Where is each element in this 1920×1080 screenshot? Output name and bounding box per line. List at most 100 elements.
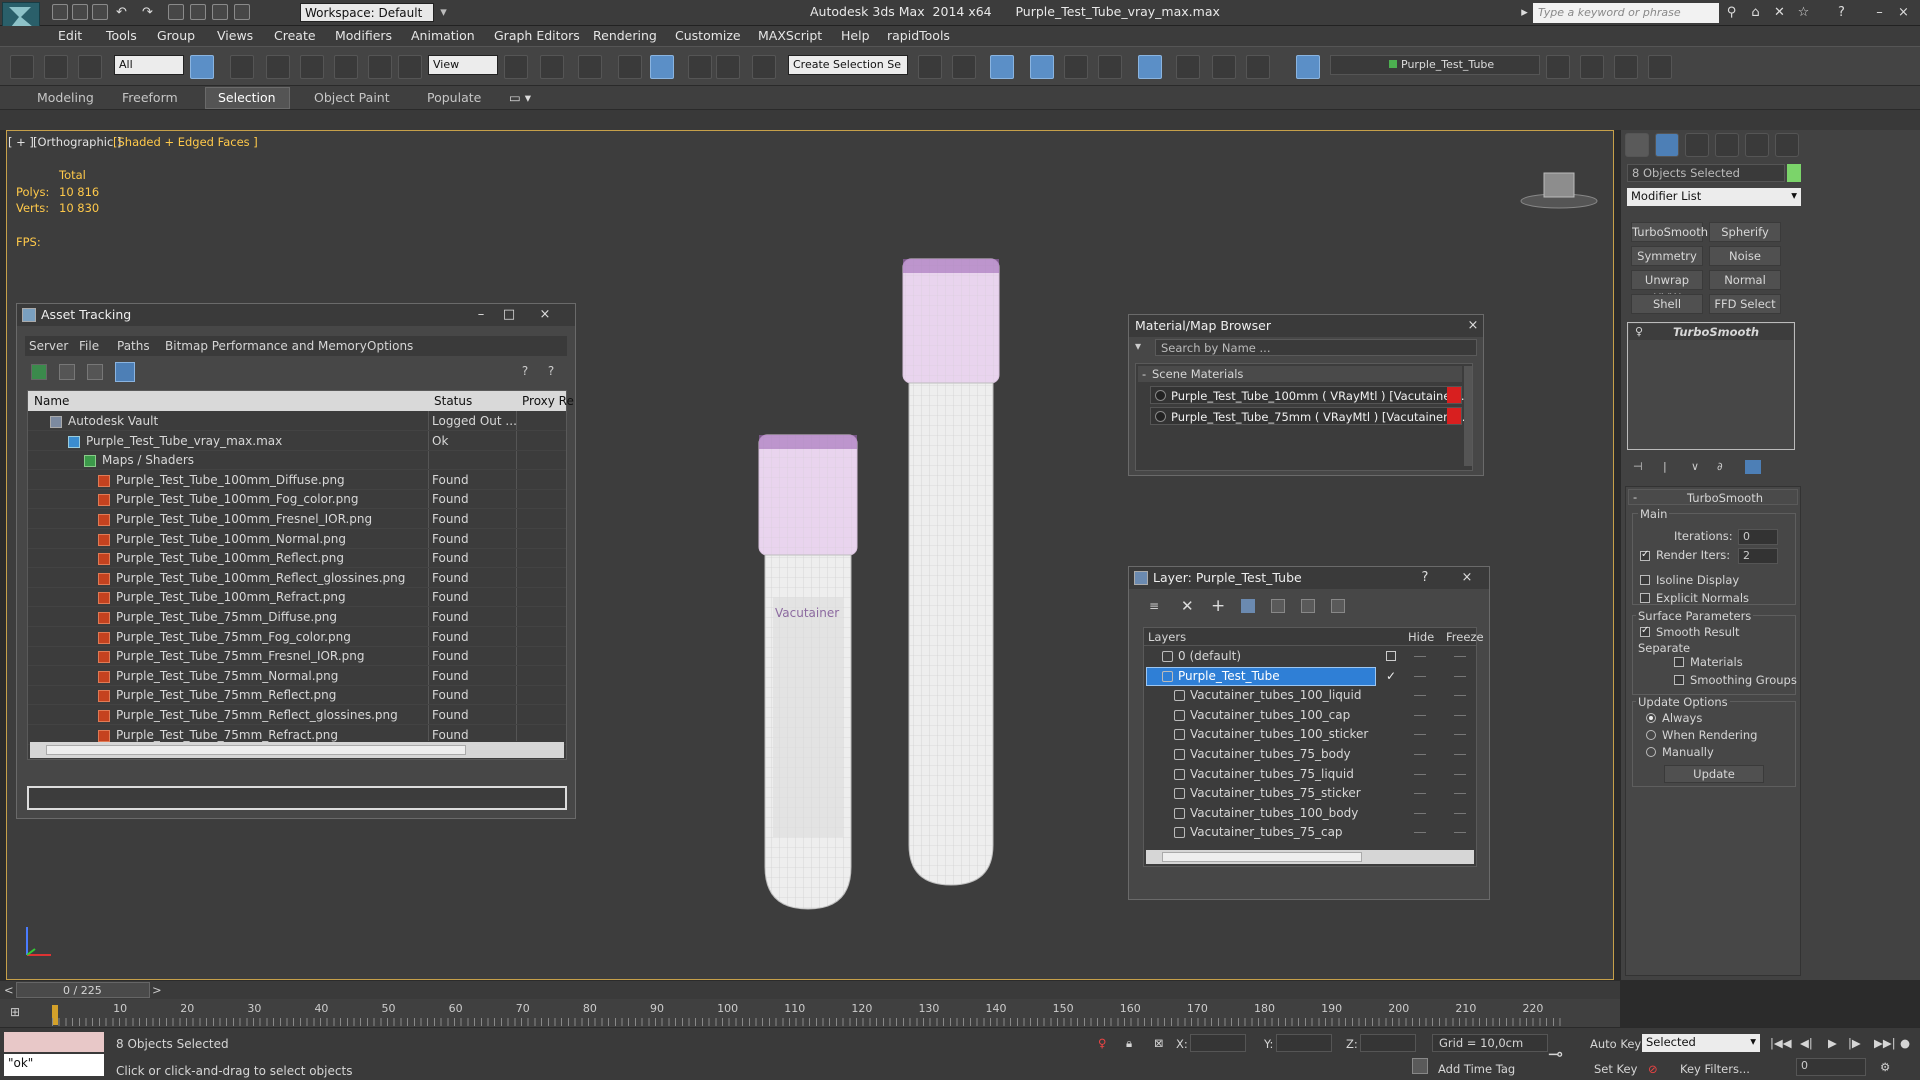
pivot-center-icon[interactable] [504,55,528,79]
layer-row[interactable]: Vacutainer_tubes_100_sticker [1144,725,1476,744]
browser-options-icon[interactable]: ▾ [1135,339,1151,355]
play-icon[interactable]: ▶ [1828,1036,1837,1050]
snaps-toggle-icon[interactable] [618,55,642,79]
layer-row[interactable]: Vacutainer_tubes_100_body [1144,804,1476,823]
asset-row[interactable]: Purple_Test_Tube_75mm_Fresnel_IOR.png Fou… [28,647,566,667]
menu-edit[interactable]: Edit [58,28,82,43]
layer-row[interactable]: Purple_Test_Tube ✓ [1144,666,1476,686]
keyword-search-input[interactable]: Type a keyword or phrase [1533,3,1719,23]
collapse-icon[interactable]: - [1142,367,1146,381]
materials-checkbox[interactable] [1674,657,1684,667]
close-icon[interactable]: × [1459,570,1475,586]
pin-stack-icon[interactable]: ⊣ [1633,460,1647,474]
asset-row[interactable]: Purple_Test_Tube_100mm_Fog_color.png Foun… [28,490,566,510]
time-config-icon[interactable]: ⚙ [1880,1060,1890,1074]
menu-customize[interactable]: Customize [675,28,741,43]
absolute-mode-icon[interactable]: ⊠ [1154,1036,1164,1050]
freeze-all-icon[interactable] [1331,599,1345,613]
asset-row[interactable]: Purple_Test_Tube_100mm_Reflect.png Found [28,549,566,569]
noise-button[interactable]: Noise [1709,246,1781,266]
column-name[interactable]: Name [34,394,69,408]
scrollbar-thumb[interactable] [1162,852,1362,862]
asset-row[interactable]: Purple_Test_Tube_100mm_Reflect_glossines… [28,569,566,588]
key-mode-dropdown[interactable]: Selected ▾ [1642,1034,1760,1052]
maximize-icon[interactable]: □ [501,307,517,323]
hierarchy-panel-icon[interactable] [1685,133,1709,157]
freeze-toggle[interactable] [1454,714,1466,716]
select-by-name-icon[interactable] [230,55,254,79]
update-button[interactable]: Update [1664,765,1764,783]
open-file-icon[interactable] [72,4,88,20]
hide-toggle[interactable] [1414,675,1426,677]
curve-editor-icon[interactable] [1064,55,1088,79]
hide-toggle[interactable] [1414,832,1426,834]
asset-row[interactable]: Maps / Shaders [28,451,566,471]
render-production-icon[interactable] [1246,55,1270,79]
menu-graph-editors[interactable]: Graph Editors [494,28,580,43]
time-tag-icon[interactable] [1412,1058,1428,1074]
save-file-icon[interactable] [92,4,108,20]
set-key-label[interactable]: Set Key [1594,1062,1637,1076]
auto-key-label[interactable]: Auto Key [1590,1037,1641,1051]
material-search-input[interactable]: Search by Name ... [1155,339,1477,356]
modifier-stack[interactable]: ♀ TurboSmooth [1627,322,1795,450]
angle-snap-icon[interactable] [650,55,674,79]
symmetry-button[interactable]: Symmetry [1631,246,1703,266]
current-layer-dropdown[interactable]: Purple_Test_Tube [1330,55,1540,75]
menu-rendering[interactable]: Rendering [593,28,657,43]
render-setup-icon[interactable] [1176,55,1200,79]
favorites-star-icon[interactable]: ☆ [1796,5,1811,20]
edit-named-selection-icon[interactable] [752,55,776,79]
light-bulb-icon[interactable]: ♀ [1635,325,1643,338]
smooth-result-checkbox[interactable] [1640,625,1650,637]
when-rendering-radio[interactable] [1646,730,1656,740]
smoothing-groups-checkbox[interactable] [1674,675,1684,685]
prev-frame-icon[interactable]: < [4,983,14,997]
hold-icon[interactable] [168,4,184,20]
asset-row[interactable]: Purple_Test_Tube_100mm_Refract.png Found [28,588,566,608]
hide-toggle[interactable] [1414,695,1426,697]
scrollbar-thumb[interactable] [46,745,466,755]
configure-sets-icon[interactable] [1745,460,1761,474]
delete-layer-icon[interactable]: ✕ [1181,597,1195,615]
asset-row[interactable]: Purple_Test_Tube_vray_max.max Ok [28,432,566,451]
next-key-icon[interactable]: |▶ [1848,1036,1861,1050]
modifier-list-dropdown[interactable]: Modifier List ▾ [1627,188,1801,206]
new-layer-icon[interactable]: ≡ [1149,599,1163,613]
settings-help-icon[interactable]: ? [543,364,559,380]
manage-layers-icon[interactable] [1296,55,1320,79]
asset-row[interactable]: Autodesk Vault Logged Out ... [28,412,566,431]
help-icon[interactable]: ? [517,364,533,380]
selection-name-field[interactable]: 8 Objects Selected [1627,164,1785,182]
remove-modifier-icon[interactable]: ∂ [1717,460,1731,474]
create-layer-icon[interactable] [1580,55,1604,79]
unwrap-uvw-button[interactable]: Unwrap UVW [1631,270,1703,305]
toggle-ribbon-icon[interactable] [1030,55,1054,79]
utilities-panel-icon[interactable] [1775,133,1799,157]
close-icon[interactable]: × [1465,318,1481,334]
active-layer-check-icon[interactable]: ✓ [1386,667,1396,686]
asset-row[interactable]: Purple_Test_Tube_75mm_Reflect_glossines.… [28,706,566,725]
minimize-icon[interactable]: – [473,307,489,323]
display-panel-icon[interactable] [1745,133,1769,157]
close-icon[interactable]: × [537,307,553,323]
iterations-spinner[interactable]: 0 [1738,529,1778,545]
select-manipulate-icon[interactable] [540,55,564,79]
list-view-icon[interactable] [59,364,75,380]
spinner-snap-icon[interactable] [716,55,740,79]
mirror-icon[interactable] [918,55,942,79]
schematic-view-icon[interactable] [1098,55,1122,79]
workspace-dropdown[interactable]: Workspace: Default [300,3,434,22]
select-and-scale-icon[interactable] [398,55,422,79]
isoline-checkbox[interactable] [1640,575,1650,585]
menu-animation[interactable]: Animation [411,28,475,43]
chevron-down-icon[interactable]: ▾ [436,5,451,20]
select-and-rotate-icon[interactable] [368,55,392,79]
normal-button[interactable]: Normal [1709,270,1781,290]
table-view-icon[interactable] [115,362,135,382]
rectangular-selection-icon[interactable] [266,55,290,79]
undo-icon[interactable]: ↶ [114,5,129,20]
asset-menu-paths[interactable]: Paths [117,339,150,353]
menu-group[interactable]: Group [157,28,195,43]
viewport-menu-plus[interactable]: [ + ] [8,135,34,149]
